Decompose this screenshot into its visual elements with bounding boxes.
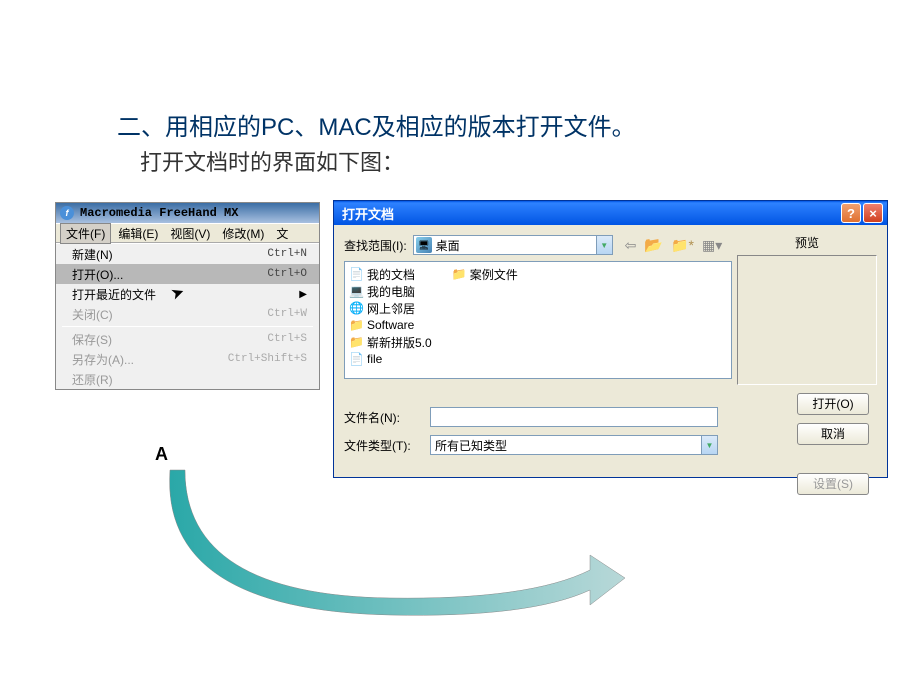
menu-file[interactable]: 文件(F): [60, 223, 111, 244]
nav-toolbar: ⇦ 📂 📁* ▦▾: [625, 236, 723, 254]
up-folder-icon[interactable]: 📂: [644, 236, 663, 254]
menu-shortcut: Ctrl+Shift+S: [228, 353, 307, 365]
menu-modify[interactable]: 修改(M): [217, 224, 269, 243]
back-icon[interactable]: ⇦: [625, 237, 637, 254]
folder-icon: 📁: [452, 267, 467, 282]
mycomputer-icon: 💻: [349, 284, 364, 299]
arrow-a-to-b: [150, 460, 630, 630]
menu-item-saveas: 另存为(A)... Ctrl+Shift+S: [56, 349, 319, 369]
menu-label: 另存为(A)...: [72, 351, 134, 368]
filename-input[interactable]: [430, 407, 718, 427]
list-item[interactable]: 📄我的文档: [349, 266, 432, 282]
list-item[interactable]: 🌐网上邻居: [349, 300, 432, 316]
network-icon: 🌐: [349, 301, 364, 316]
list-item[interactable]: 📁崭新拼版5.0: [349, 334, 432, 350]
app-icon: f: [60, 206, 74, 220]
folder-icon: 📁: [349, 318, 364, 333]
view-menu-icon[interactable]: ▦▾: [702, 237, 722, 254]
slide-title: 二、用相应的PC、MAC及相应的版本打开文件。: [117, 107, 636, 142]
menu-shortcut: Ctrl+W: [267, 308, 307, 320]
preview-label: 预览: [737, 234, 877, 251]
separator: [62, 326, 313, 327]
mydocs-icon: 📄: [349, 267, 364, 282]
app-window-freehand: f Macromedia FreeHand MX 文件(F) 编辑(E) 视图(…: [55, 202, 320, 390]
desktop-icon: 🖥: [416, 237, 432, 253]
new-folder-icon[interactable]: 📁*: [671, 237, 694, 254]
cancel-button[interactable]: 取消: [797, 423, 869, 445]
chevron-down-icon[interactable]: ▼: [701, 436, 717, 454]
menu-edit[interactable]: 编辑(E): [113, 224, 163, 243]
dialog-titlebar: 打开文档 ? ×: [334, 201, 887, 225]
menubar: 文件(F) 编辑(E) 视图(V) 修改(M) 文: [56, 223, 319, 243]
app-title: Macromedia FreeHand MX: [80, 206, 238, 220]
filetype-label: 文件类型(T):: [344, 437, 422, 454]
file-icon: 📄: [349, 352, 364, 367]
slide-subtitle: 打开文档时的界面如下图：: [140, 145, 404, 177]
menu-view[interactable]: 视图(V): [165, 224, 215, 243]
open-dialog: 打开文档 ? × 查找范围(I): 🖥 桌面 ▼ ⇦ 📂 📁* ▦▾ 预览: [333, 200, 888, 478]
file-dropdown: 新建(N) Ctrl+N 打开(O)... Ctrl+O 打开最近的文件 ▶ 关…: [56, 243, 319, 389]
settings-button: 设置(S): [797, 473, 869, 495]
list-item[interactable]: 💻我的电脑: [349, 283, 432, 299]
file-list[interactable]: 📄我的文档 💻我的电脑 🌐网上邻居 📁Software 📁崭新拼版5.0 📄fi…: [344, 261, 732, 379]
app-titlebar: f Macromedia FreeHand MX: [56, 203, 319, 223]
chevron-down-icon[interactable]: ▼: [596, 236, 612, 254]
filename-label: 文件名(N):: [344, 409, 422, 426]
folder-icon: 📁: [349, 335, 364, 350]
menu-item-open[interactable]: 打开(O)... Ctrl+O: [56, 264, 319, 284]
filetype-select[interactable]: 所有已知类型 ▼: [430, 435, 718, 455]
list-item[interactable]: 📁案例文件: [452, 266, 518, 282]
menu-item-new[interactable]: 新建(N) Ctrl+N: [56, 244, 319, 264]
list-item[interactable]: 📄file: [349, 351, 432, 367]
menu-label: 关闭(C): [72, 306, 113, 323]
help-button[interactable]: ?: [841, 203, 861, 223]
lookin-label: 查找范围(I):: [344, 237, 407, 254]
menu-shortcut: Ctrl+O: [267, 268, 307, 280]
menu-shortcut: Ctrl+S: [267, 333, 307, 345]
filetype-value: 所有已知类型: [435, 437, 507, 454]
close-button[interactable]: ×: [863, 203, 883, 223]
preview-box: [737, 255, 877, 385]
menu-shortcut: Ctrl+N: [267, 248, 307, 260]
chevron-right-icon: ▶: [299, 289, 307, 300]
lookin-value: 桌面: [436, 237, 460, 254]
menu-item-save: 保存(S) Ctrl+S: [56, 329, 319, 349]
menu-item-revert: 还原(R): [56, 369, 319, 389]
menu-item-close: 关闭(C) Ctrl+W: [56, 304, 319, 324]
menu-item-recent[interactable]: 打开最近的文件 ▶: [56, 284, 319, 304]
menu-label: 保存(S): [72, 331, 112, 348]
menu-label: 还原(R): [72, 371, 113, 388]
lookin-select[interactable]: 🖥 桌面 ▼: [413, 235, 613, 255]
menu-text[interactable]: 文: [271, 224, 293, 243]
open-button[interactable]: 打开(O): [797, 393, 869, 415]
menu-label: 打开(O)...: [72, 266, 123, 283]
dialog-title: 打开文档: [342, 204, 394, 223]
menu-label: 新建(N): [72, 246, 113, 263]
list-item[interactable]: 📁Software: [349, 317, 432, 333]
menu-label: 打开最近的文件: [72, 286, 156, 303]
